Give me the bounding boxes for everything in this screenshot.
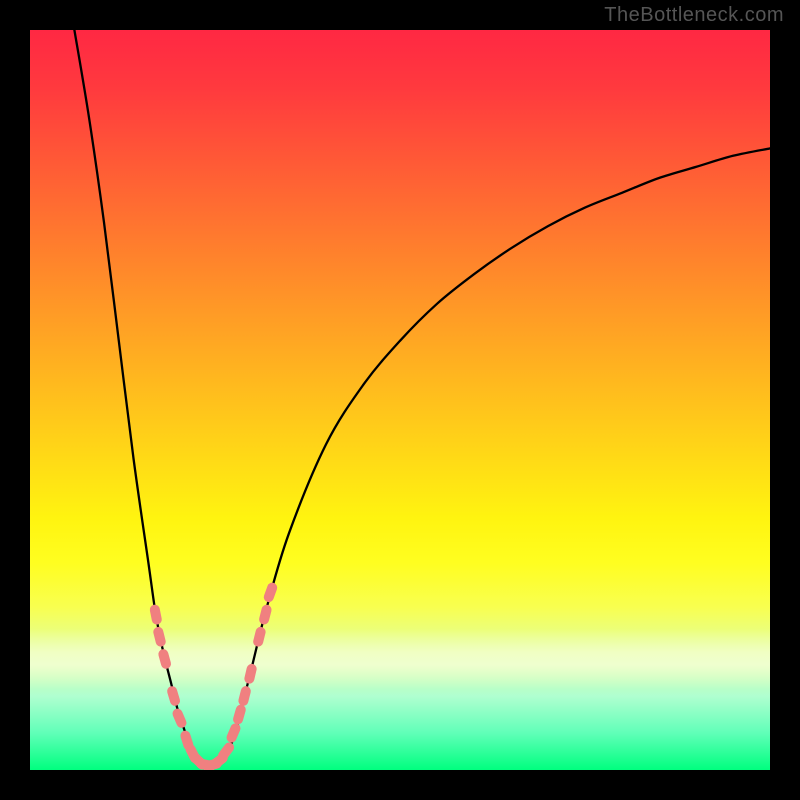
watermark-text: TheBottleneck.com — [604, 4, 784, 27]
marker-point — [157, 648, 172, 670]
marker-point — [258, 604, 273, 626]
marker-point — [166, 685, 181, 707]
chart-container — [30, 30, 770, 770]
marker-point — [152, 626, 167, 648]
marker-point — [262, 581, 278, 603]
marker-point — [225, 722, 242, 744]
v-curve — [74, 30, 770, 766]
marker-point — [243, 663, 257, 685]
marker-point — [171, 707, 188, 729]
marker-point — [149, 604, 163, 626]
marker-point — [237, 685, 252, 707]
marker-point — [252, 626, 267, 648]
curve-svg — [30, 30, 770, 770]
marker-point — [232, 704, 247, 726]
